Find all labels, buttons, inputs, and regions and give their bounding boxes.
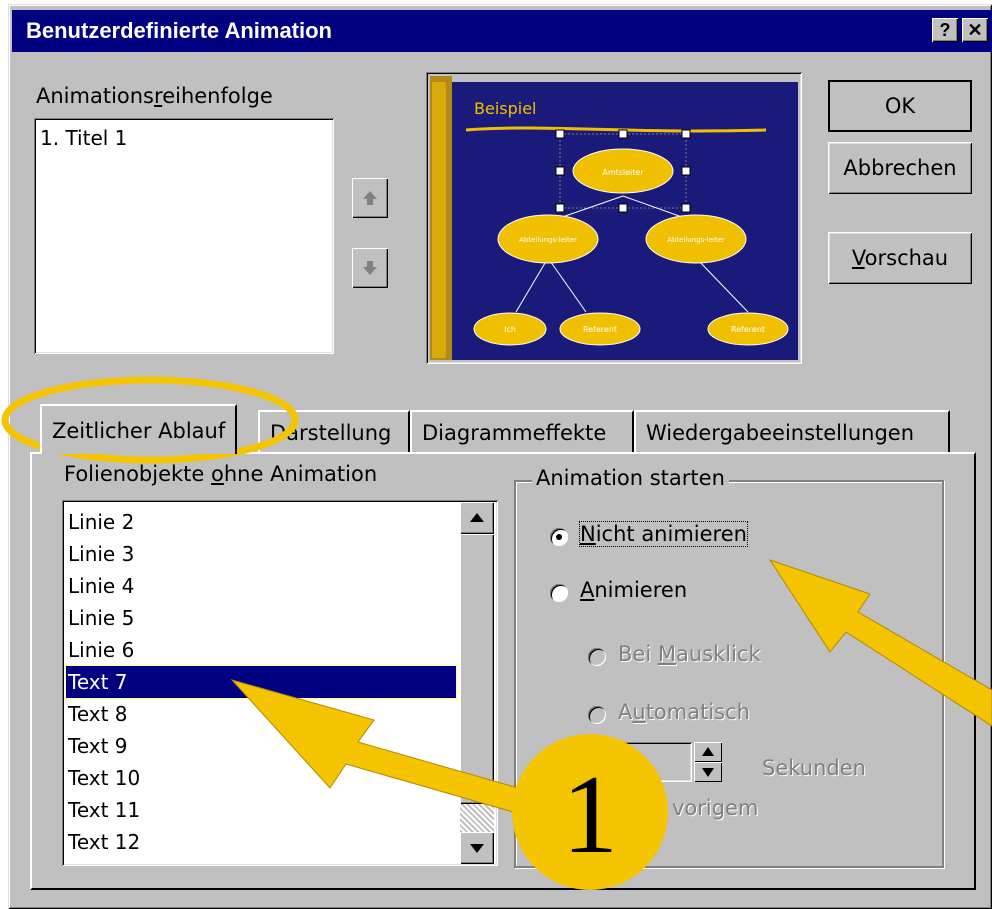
slide-preview-frame: Beispiel Amtsleiter Abteilungs-leiter Ab… [426, 72, 802, 364]
ok-button[interactable]: OK [828, 80, 972, 132]
seconds-spinner [694, 742, 722, 782]
scroll-up-button[interactable] [460, 502, 494, 534]
radio-on-click [588, 648, 606, 666]
scroll-down-button[interactable] [460, 832, 494, 864]
slide-title: Beispiel [474, 99, 537, 118]
list-item[interactable]: Linie 2 [66, 506, 456, 538]
tab-chart-effects[interactable]: Diagrammeffekte [410, 410, 634, 452]
list-item[interactable]: Linie 6 [66, 634, 456, 666]
list-scrollbar[interactable] [460, 502, 494, 864]
arrow-up-icon [363, 191, 377, 205]
seconds-label: Sekunden [762, 756, 866, 780]
slide-preview: Beispiel Amtsleiter Abteilungs-leiter Ab… [430, 76, 798, 360]
after-previous-label: n vorigem [652, 796, 759, 820]
list-item[interactable]: Text 11 [66, 794, 456, 826]
node-label: Referent [583, 325, 617, 334]
node-label: Amtsleiter [602, 168, 644, 177]
animate-label[interactable]: Animieren [580, 578, 687, 602]
on-click-label: Bei Mausklick [618, 642, 761, 666]
dialog-title: Benutzerdefinierte Animation [26, 18, 332, 43]
list-item[interactable]: Text 12 [66, 826, 456, 858]
node-label: Ich [504, 325, 516, 334]
node-label: Abteilungs-leiter [519, 236, 577, 244]
scroll-up-arrow-icon [470, 513, 484, 522]
tab-timing[interactable]: Zeitlicher Ablauf [40, 404, 238, 454]
spin-up-arrow-icon [702, 747, 714, 756]
objects-list[interactable]: Linie 2 Linie 3 Linie 4 Linie 5 Linie 6 … [62, 500, 498, 866]
list-item[interactable]: Text 9 [66, 730, 456, 762]
automatic-label: Automatisch [618, 700, 750, 724]
tab-display[interactable]: Darstellung [258, 410, 410, 452]
order-item[interactable]: 1. Titel 1 [40, 126, 127, 150]
list-item[interactable]: Linie 4 [66, 570, 456, 602]
spin-down-arrow-icon [702, 768, 714, 777]
preview-button[interactable]: Vorschau [828, 232, 972, 284]
arrow-down-icon [363, 261, 377, 275]
node-label: Abteilungs-leiter [667, 236, 725, 244]
cancel-button[interactable]: Abbrechen [828, 142, 972, 194]
tab-playback-settings[interactable]: Wiedergabeeinstellungen [634, 410, 950, 452]
list-item[interactable]: Linie 3 [66, 538, 456, 570]
list-item-selected[interactable]: Text 7 [65, 665, 457, 699]
animation-order-list[interactable]: 1. Titel 1 [34, 118, 334, 354]
scroll-track[interactable] [460, 804, 494, 832]
close-button[interactable]: ✕ [962, 18, 988, 42]
node-label: Referent [731, 325, 765, 334]
help-button[interactable]: ? [932, 18, 958, 42]
scroll-thumb[interactable] [460, 534, 494, 804]
order-label: Animationsreihenfolge [36, 84, 273, 108]
radio-animate[interactable] [550, 584, 568, 602]
scroll-down-arrow-icon [470, 844, 484, 853]
objects-label: Folienobjekte ohne Animation [64, 462, 378, 486]
not-animate-label[interactable]: Nicht animieren [579, 521, 748, 547]
move-down-button[interactable] [352, 248, 388, 288]
spin-down-button [694, 762, 722, 782]
start-animation-label: Animation starten [532, 466, 729, 490]
seconds-input [612, 742, 692, 782]
move-up-button[interactable] [352, 178, 388, 218]
spin-up-button [694, 742, 722, 762]
radio-not-animate[interactable] [550, 528, 568, 546]
list-item[interactable]: Text 8 [66, 698, 456, 730]
title-bar: Benutzerdefinierte Animation ? ✕ [12, 10, 992, 52]
list-item[interactable]: Linie 5 [66, 602, 456, 634]
list-item[interactable]: Text 10 [66, 762, 456, 794]
radio-automatic [588, 706, 606, 724]
